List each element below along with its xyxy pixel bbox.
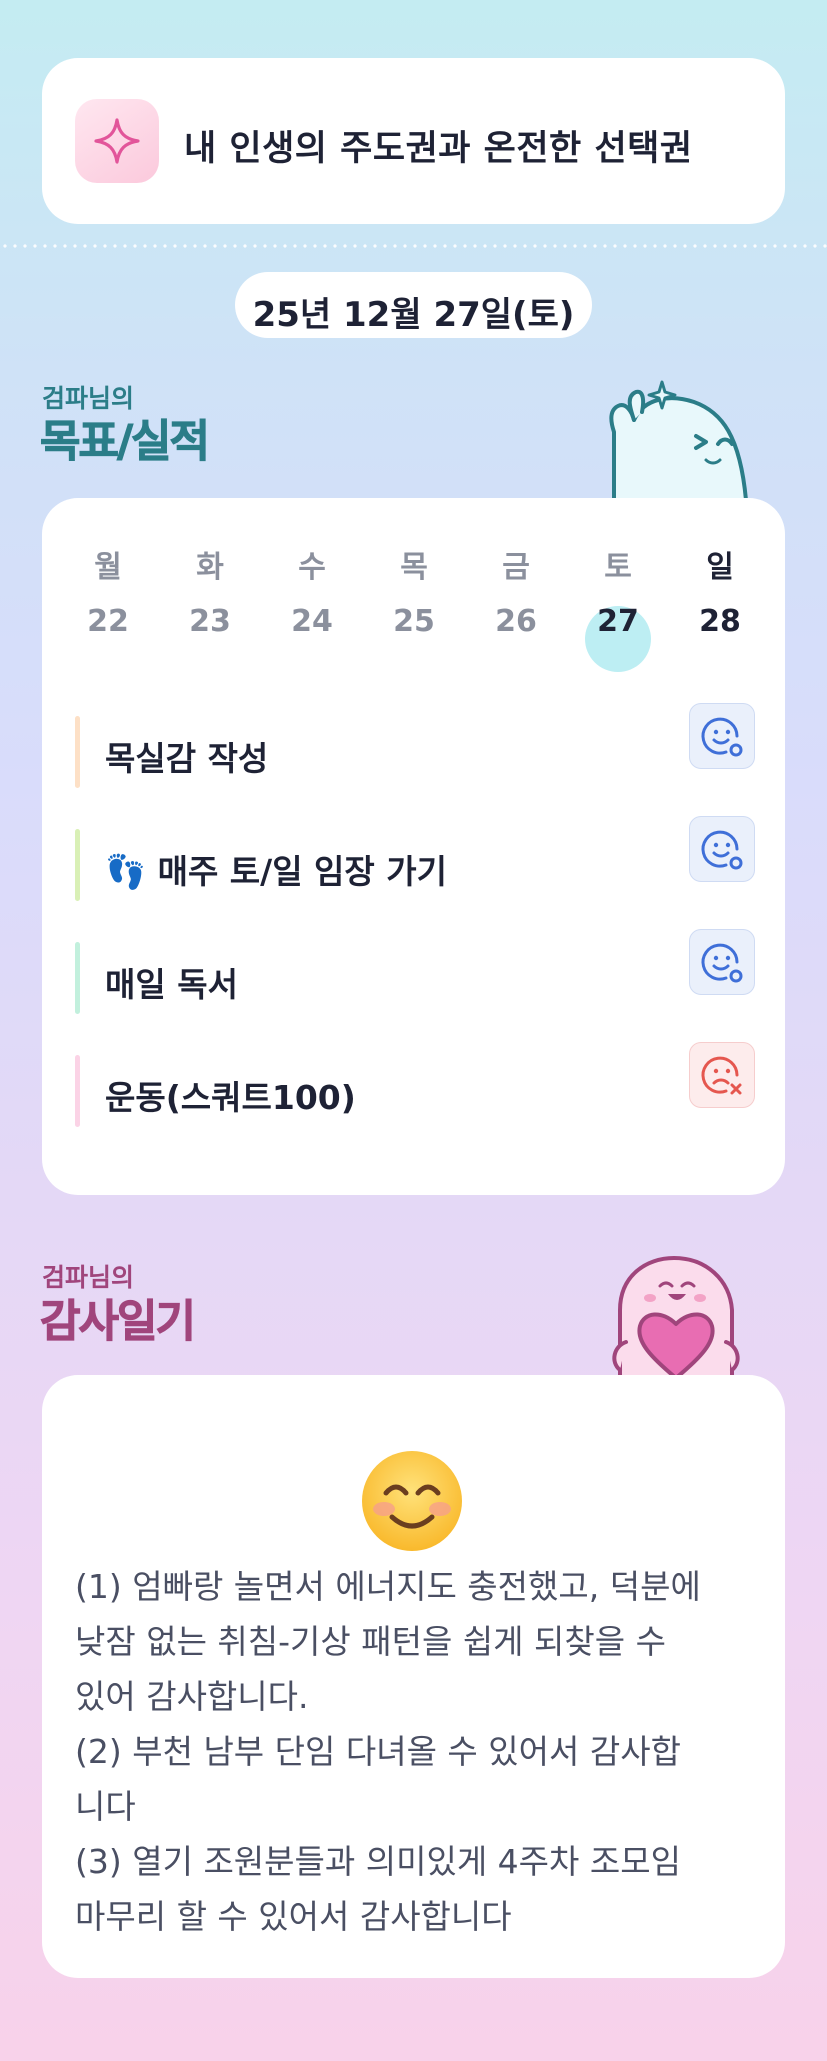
- gratitude-line: (3) 열기 조원분들과 의미있게 4주차 조모임: [75, 1842, 681, 1881]
- goals-section-title: 목표/실적: [40, 416, 211, 468]
- date-26[interactable]: 26: [476, 604, 556, 639]
- goal-color-bar: [75, 1055, 80, 1127]
- goal-item[interactable]: 목실감 작성: [75, 703, 755, 788]
- weekday-thu: 목: [400, 550, 428, 585]
- gratitude-line: 있어 감사합니다.: [75, 1677, 309, 1716]
- date-pill[interactable]: 25년 12월 27일(토): [235, 272, 592, 338]
- gratitude-line: (1) 엄빠랑 놀면서 에너지도 충전했고, 덕분에: [75, 1567, 701, 1606]
- smile-check-icon: [701, 943, 743, 983]
- motto-text: 내 인생의 주도권과 온전한 선택권: [184, 129, 693, 169]
- weekday-sat: 토: [604, 550, 632, 585]
- goal-label: 운동(스쿼트100): [105, 1078, 356, 1117]
- goal-label: 매일 독서: [105, 965, 238, 1004]
- heart-mascot-icon: [612, 1255, 740, 1378]
- gratitude-line: 낮잠 없는 취침-기상 패턴을 쉽게 되찾을 수: [75, 1622, 666, 1661]
- goal-status-failed[interactable]: [689, 1042, 755, 1108]
- gratitude-section-title: 감사일기: [40, 1296, 197, 1348]
- sparkle-icon: [75, 99, 159, 183]
- goal-item[interactable]: 운동(스쿼트100): [75, 1042, 755, 1127]
- gratitude-card: (1) 엄빠랑 놀면서 에너지도 충전했고, 덕분에 낮잠 없는 취침-기상 패…: [42, 1375, 785, 1978]
- date-22[interactable]: 22: [68, 604, 148, 639]
- goals-card: 월 화 수 목 금 토 일 22 23 24 25 26 27 28 목실감 작…: [42, 498, 785, 1195]
- date-24[interactable]: 24: [272, 604, 352, 639]
- weekday-sun: 일: [706, 550, 734, 585]
- smile-check-icon: [701, 717, 743, 757]
- weekday-fri: 금: [502, 550, 530, 585]
- date-27-today[interactable]: 27: [578, 604, 658, 639]
- ghost-mascot-icon: [609, 380, 748, 500]
- date-28[interactable]: 28: [680, 604, 760, 639]
- smile-check-icon: [701, 830, 743, 870]
- gratitude-line: 마무리 할 수 있어서 감사합니다: [75, 1897, 512, 1936]
- goal-status-done[interactable]: [689, 816, 755, 882]
- weekday-wed: 수: [298, 550, 326, 585]
- goal-label: 👣 매주 토/일 임장 가기: [105, 852, 447, 891]
- goal-label: 목실감 작성: [105, 739, 269, 778]
- goal-color-bar: [75, 829, 80, 901]
- dotted-divider: [0, 243, 827, 249]
- goal-color-bar: [75, 716, 80, 788]
- goal-status-done[interactable]: [689, 703, 755, 769]
- gratitude-line: (2) 부천 남부 단임 다녀올 수 있어서 감사합: [75, 1732, 681, 1771]
- gratitude-line: 니다: [75, 1787, 136, 1826]
- smiling-face-icon: [362, 1451, 462, 1551]
- motto-card: 내 인생의 주도권과 온전한 선택권: [42, 58, 785, 224]
- sad-x-icon: [701, 1056, 742, 1095]
- date-25[interactable]: 25: [374, 604, 454, 639]
- weekday-tue: 화: [196, 550, 224, 585]
- date-label: 25년 12월 27일(토): [252, 295, 575, 335]
- goal-item[interactable]: 매일 독서: [75, 929, 755, 1014]
- weekday-mon: 월: [94, 550, 122, 585]
- goal-status-done[interactable]: [689, 929, 755, 995]
- date-23[interactable]: 23: [170, 604, 250, 639]
- goal-color-bar: [75, 942, 80, 1014]
- goal-item[interactable]: 👣 매주 토/일 임장 가기: [75, 816, 755, 901]
